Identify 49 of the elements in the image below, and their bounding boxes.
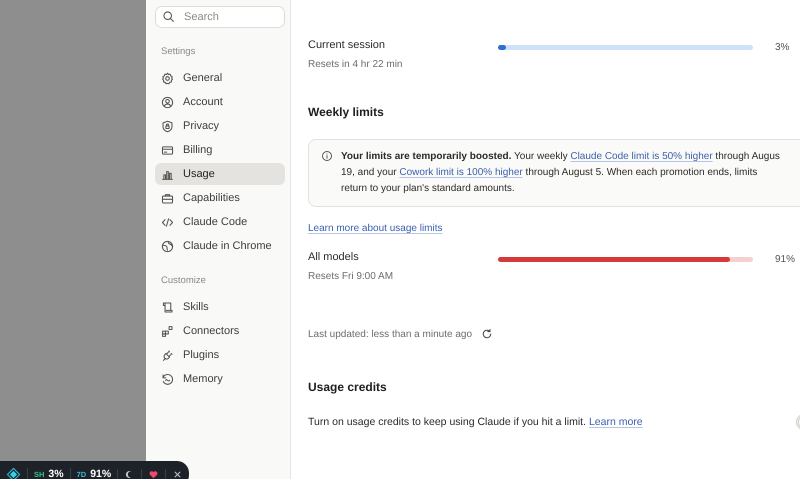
card-icon (161, 144, 174, 156)
last-updated-text: Last updated: less than a minute ago (308, 328, 472, 340)
sidebar-item[interactable]: Billing (155, 139, 285, 161)
globe-icon (161, 240, 174, 252)
sidebar-item[interactable]: Skills (155, 296, 285, 318)
percent-reading: 91% (775, 254, 796, 264)
section-heading: Settings (160, 46, 196, 57)
sidebar-item[interactable]: Privacy (155, 115, 285, 137)
sidebar-item[interactable]: Capabilities (155, 187, 285, 209)
learn-more-link[interactable]: Learn more (588, 416, 643, 428)
credits-text: Turn on usage credits to keep using Claude if you hit a limit. Learn more (308, 416, 643, 428)
reset-time: Resets in 4 hr 22 min (308, 58, 404, 70)
meter-title: All models (308, 250, 360, 262)
section-heading: Usage credits (308, 380, 388, 394)
meter-title: Current session (308, 38, 386, 50)
notice-text: Your limits are temporarily boosted. Your weekly Claude Code limit is 50% higher through Augus 19, and your Cowork limit is 100% higher through August 5. When each promotion ends, limits return to your plan's standard amounts. (341, 150, 781, 196)
user-icon (161, 96, 174, 108)
shield-icon (161, 120, 174, 132)
gear-icon (161, 72, 174, 84)
info-icon (321, 150, 333, 162)
sidebar-item[interactable]: General (155, 67, 285, 89)
refresh-icon (481, 328, 494, 340)
section-heading: Customize (160, 275, 207, 286)
sidebar-item[interactable]: Claude Code (155, 211, 285, 233)
sidebar-item[interactable]: Account (155, 91, 285, 113)
history-icon (161, 372, 174, 386)
plug-icon (161, 348, 174, 362)
search-field[interactable]: Search (155, 6, 285, 28)
code-icon (161, 216, 174, 228)
stat-value: 91% (90, 468, 112, 479)
scroll-icon (161, 300, 174, 314)
search-icon (162, 10, 175, 23)
stat-value: 3% (48, 468, 64, 479)
sidebar-item[interactable]: Claude in Chrome (155, 235, 285, 257)
sidebar-item[interactable]: Usage (155, 163, 285, 185)
heart-icon (141, 468, 160, 479)
percent-reading: 3% (775, 42, 790, 52)
diamond-icon (6, 466, 21, 479)
blocks-icon (161, 324, 174, 338)
reset-time: Resets Fri 9:00 AM (308, 270, 394, 282)
sidebar-item[interactable]: Memory (155, 368, 285, 390)
sidebar-item[interactable]: Connectors (155, 320, 285, 342)
close-icon (165, 468, 184, 479)
learn-more-link[interactable]: Learn more about usage limits (308, 223, 443, 234)
link[interactable]: Claude Code limit is 50% higher (570, 151, 713, 162)
section-heading: Weekly limits (308, 105, 385, 119)
sidebar-item[interactable]: Plugins (155, 344, 285, 366)
link[interactable]: Cowork limit is 100% higher (399, 167, 523, 178)
briefcase-icon (161, 192, 174, 204)
